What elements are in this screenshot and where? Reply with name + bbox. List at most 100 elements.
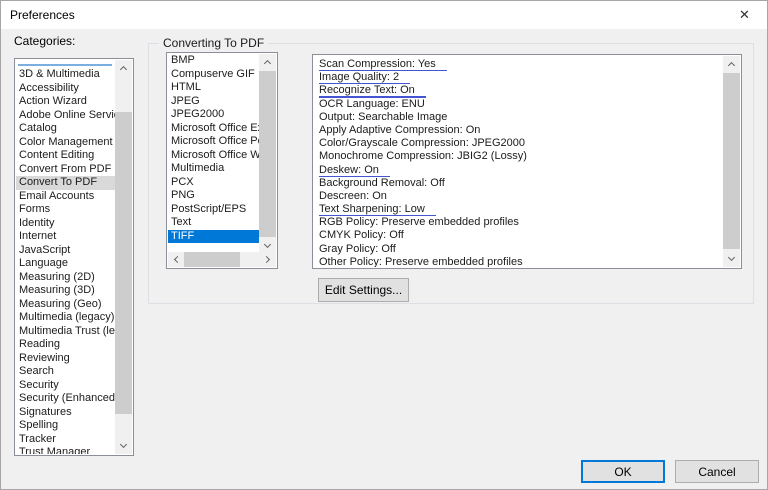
setting-text: Output: Searchable Image	[319, 111, 447, 123]
category-item[interactable]: Measuring (2D)	[16, 271, 115, 285]
scrollbar-thumb[interactable]	[259, 71, 276, 237]
category-item[interactable]: Convert To PDF	[16, 176, 115, 190]
chevron-down-icon	[728, 254, 735, 261]
setting-item: Output: Searchable Image	[314, 111, 723, 124]
category-item[interactable]: Adobe Online Services	[16, 109, 115, 123]
setting-text: Apply Adaptive Compression: On	[319, 124, 480, 136]
filetype-item[interactable]: JPEG	[168, 95, 259, 109]
category-item[interactable]: Trust Manager	[16, 446, 115, 454]
filetype-item[interactable]: PCX	[168, 176, 259, 190]
cancel-button[interactable]: Cancel	[675, 460, 759, 483]
filetype-item[interactable]: Multimedia	[168, 162, 259, 176]
categories-scrollbar[interactable]	[115, 60, 132, 454]
setting-text: Text Sharpening: Low	[319, 203, 436, 216]
filetype-item[interactable]: JPEG2000	[168, 108, 259, 122]
settings-listbox: Scan Compression: YesImage Quality: 2Rec…	[312, 54, 742, 269]
setting-text: Color/Grayscale Compression: JPEG2000	[319, 137, 525, 149]
window-title: Preferences	[10, 1, 75, 29]
category-item[interactable]: Color Management	[16, 136, 115, 150]
filetype-item[interactable]: HTML	[168, 81, 259, 95]
category-item[interactable]: Measuring (Geo)	[16, 298, 115, 312]
scroll-up-button[interactable]	[723, 56, 740, 72]
close-button[interactable]: ✕	[722, 1, 767, 29]
category-item[interactable]: Tracker	[16, 433, 115, 447]
setting-item: Gray Policy: Off	[314, 243, 723, 256]
close-icon: ✕	[739, 7, 750, 23]
category-item[interactable]: Action Wizard	[16, 95, 115, 109]
ok-button[interactable]: OK	[581, 460, 665, 483]
setting-text: Image Quality: 2	[319, 71, 410, 84]
edit-settings-button[interactable]: Edit Settings...	[318, 278, 409, 302]
category-item[interactable]: Internet	[16, 230, 115, 244]
category-item[interactable]: Reviewing	[16, 352, 115, 366]
category-item[interactable]: Identity	[16, 217, 115, 231]
category-item[interactable]: Measuring (3D)	[16, 284, 115, 298]
categories-list-content: 3D & MultimediaAccessibilityAction Wizar…	[16, 60, 115, 454]
chevron-left-icon	[174, 256, 181, 263]
category-item[interactable]: 3D & Multimedia	[16, 68, 115, 82]
filetype-item[interactable]: TIFF	[168, 230, 259, 244]
setting-item: OCR Language: ENU	[314, 98, 723, 111]
category-item[interactable]: Convert From PDF	[16, 163, 115, 177]
category-item[interactable]: Content Editing	[16, 149, 115, 163]
category-item[interactable]: Reading	[16, 338, 115, 352]
chevron-down-icon	[264, 241, 271, 248]
setting-text: Descreen: On	[319, 190, 387, 202]
category-item[interactable]: Language	[16, 257, 115, 271]
preferences-dialog: Preferences ✕ Categories: 3D & Multimedi…	[0, 0, 768, 490]
category-item[interactable]: JavaScript	[16, 244, 115, 258]
setting-item: CMYK Policy: Off	[314, 229, 723, 242]
category-item[interactable]: Search	[16, 365, 115, 379]
filetype-item[interactable]: Microsoft Office Excel	[168, 122, 259, 136]
setting-item: Descreen: On	[314, 190, 723, 203]
setting-text: Other Policy: Preserve embedded profiles	[319, 256, 523, 267]
setting-text: CMYK Policy: Off	[319, 229, 404, 241]
category-item[interactable]: Catalog	[16, 122, 115, 136]
filetype-item[interactable]: Microsoft Office Word	[168, 149, 259, 163]
chevron-right-icon	[263, 256, 270, 263]
group-title: Converting To PDF	[159, 36, 268, 50]
scroll-down-button[interactable]	[115, 438, 132, 454]
filetype-item[interactable]: PNG	[168, 189, 259, 203]
chevron-up-icon	[264, 60, 271, 67]
category-item[interactable]: Security	[16, 379, 115, 393]
category-item[interactable]: Multimedia (legacy)	[16, 311, 115, 325]
chevron-up-icon	[728, 62, 735, 69]
filetype-item[interactable]: PostScript/EPS	[168, 203, 259, 217]
category-item[interactable]: Email Accounts	[16, 190, 115, 204]
scroll-left-button[interactable]	[168, 252, 184, 267]
filetype-vertical-scrollbar[interactable]	[259, 54, 276, 254]
filetype-item[interactable]: Microsoft Office PowerPoint	[168, 135, 259, 149]
categories-listbox: 3D & MultimediaAccessibilityAction Wizar…	[14, 58, 134, 456]
setting-item: Background Removal: Off	[314, 177, 723, 190]
scrollbar-thumb[interactable]	[723, 73, 740, 249]
setting-item: Scan Compression: Yes	[314, 58, 723, 71]
category-item[interactable]: Accessibility	[16, 82, 115, 96]
filetype-item[interactable]: Compuserve GIF	[168, 68, 259, 82]
category-item[interactable]: Spelling	[16, 419, 115, 433]
category-item[interactable]: Security (Enhanced)	[16, 392, 115, 406]
scroll-up-button[interactable]	[259, 54, 276, 70]
filetype-horizontal-scrollbar[interactable]	[168, 252, 276, 267]
setting-item: Text Sharpening: Low	[314, 203, 723, 216]
setting-text: OCR Language: ENU	[319, 98, 425, 110]
scrollbar-thumb[interactable]	[184, 252, 240, 267]
scroll-up-button[interactable]	[115, 60, 132, 76]
filetype-item[interactable]: Text	[168, 216, 259, 230]
list-separator	[18, 64, 112, 66]
categories-label: Categories:	[14, 34, 75, 48]
scroll-right-button[interactable]	[260, 252, 276, 267]
filetype-item[interactable]: BMP	[168, 54, 259, 68]
chevron-up-icon	[120, 66, 127, 73]
setting-item: Color/Grayscale Compression: JPEG2000	[314, 137, 723, 150]
setting-text: RGB Policy: Preserve embedded profiles	[319, 216, 519, 228]
scroll-down-button[interactable]	[723, 251, 740, 267]
setting-item: Deskew: On	[314, 164, 723, 177]
category-item[interactable]: Forms	[16, 203, 115, 217]
chevron-down-icon	[120, 441, 127, 448]
settings-scrollbar[interactable]	[723, 56, 740, 267]
setting-text: Gray Policy: Off	[319, 243, 396, 255]
category-item[interactable]: Signatures	[16, 406, 115, 420]
scrollbar-thumb[interactable]	[115, 112, 132, 414]
category-item[interactable]: Multimedia Trust (legacy)	[16, 325, 115, 339]
